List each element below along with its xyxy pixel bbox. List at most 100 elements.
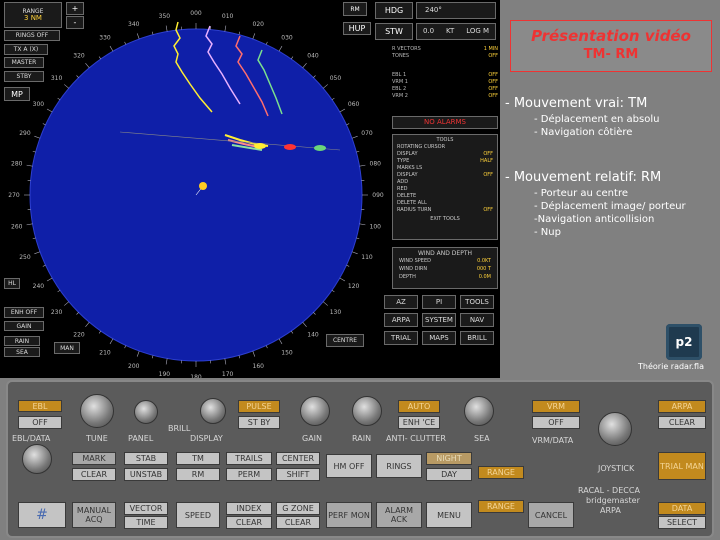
target-red[interactable]: [284, 144, 296, 150]
enh-button[interactable]: ENH OFF: [4, 307, 44, 318]
vrm-off-button[interactable]: OFF: [532, 416, 580, 429]
vectors-label[interactable]: R VECTORS: [392, 46, 421, 53]
tx-button[interactable]: TX A (X): [4, 44, 48, 55]
menu-button[interactable]: MENU: [426, 502, 472, 528]
nav-button-system[interactable]: SYSTEM: [422, 313, 456, 327]
trails-button[interactable]: TRAILS: [226, 452, 272, 465]
tools-menu-item[interactable]: DELETE: [397, 193, 493, 200]
sea-button[interactable]: SEA: [4, 347, 40, 357]
tools-menu-item[interactable]: MARKS LS: [397, 165, 493, 172]
rm-button[interactable]: RM: [176, 468, 220, 481]
wind-row: DEPTH 0.0M: [399, 273, 491, 281]
tools-menu-item[interactable]: DISPLAY OFF: [397, 151, 493, 158]
nav-button-az[interactable]: AZ: [384, 295, 418, 309]
nav-button-pi[interactable]: PI: [422, 295, 456, 309]
clear-button[interactable]: CLEAR: [72, 468, 116, 481]
nav-button-arpa[interactable]: ARPA: [384, 313, 418, 327]
nav-button-nav[interactable]: NAV: [460, 313, 494, 327]
rain-button[interactable]: RAIN: [4, 336, 40, 346]
ebl-row[interactable]: VRM 1 OFF: [392, 79, 498, 86]
target-yellow[interactable]: [254, 143, 266, 149]
g-zone-clear-button[interactable]: CLEAR: [276, 516, 320, 529]
gain-knob[interactable]: [300, 396, 330, 426]
range-button[interactable]: RANGE: [478, 466, 524, 479]
bearing-tick: [359, 223, 366, 226]
tools-menu-item[interactable]: ADD: [397, 179, 493, 186]
mp-button[interactable]: MP: [4, 87, 30, 101]
tune-knob[interactable]: [80, 394, 114, 428]
manual-acq-button[interactable]: MANUAL ACQ: [72, 502, 116, 528]
night-button[interactable]: NIGHT: [426, 452, 472, 465]
bearing-tick: [331, 289, 335, 293]
gain-button[interactable]: GAIN: [4, 321, 44, 331]
ebl-off-button[interactable]: OFF: [18, 416, 62, 429]
cancel-button[interactable]: CANCEL: [528, 502, 574, 528]
master-button[interactable]: MASTER: [4, 57, 44, 68]
ebl-data-knob[interactable]: [22, 444, 52, 474]
hash-button[interactable]: #: [18, 502, 66, 528]
arpa-clear-button[interactable]: CLEAR: [658, 416, 706, 429]
nav-button-tools[interactable]: TOOLS: [460, 295, 494, 309]
tools-menu-item[interactable]: DISPLAY OFF: [397, 172, 493, 179]
display-knob[interactable]: [200, 398, 226, 424]
ebl-row[interactable]: VRM 2 OFF: [392, 93, 498, 100]
tm-button[interactable]: TM: [176, 452, 220, 465]
tools-menu-item[interactable]: DELETE ALL: [397, 200, 493, 207]
rings-button[interactable]: RINGS OFF: [4, 30, 60, 41]
st-by-button[interactable]: ST BY: [238, 416, 280, 429]
auto-button[interactable]: AUTO: [398, 400, 440, 413]
arpa-button[interactable]: ARPA: [658, 400, 706, 413]
rain-knob[interactable]: [352, 396, 382, 426]
range-down-button[interactable]: -: [66, 16, 84, 29]
rm-mode-button[interactable]: RM: [343, 2, 367, 16]
joystick[interactable]: [598, 412, 632, 446]
tones-label[interactable]: TONES: [392, 53, 409, 60]
panel-label: PANEL: [128, 434, 154, 443]
exit-tools-button[interactable]: EXIT TOOLS: [430, 216, 460, 223]
hl-button[interactable]: HL: [4, 278, 20, 289]
index-button[interactable]: INDEX: [226, 502, 272, 515]
trial-man-button[interactable]: TRIAL MAN: [658, 452, 706, 480]
target-green[interactable]: [314, 145, 326, 151]
mark-button[interactable]: MARK: [72, 452, 116, 465]
vector-button[interactable]: VECTOR: [124, 502, 168, 515]
vrm-button[interactable]: VRM: [532, 400, 580, 413]
stby-button[interactable]: STBY: [4, 71, 44, 82]
hm-off-button[interactable]: HM OFF: [326, 454, 372, 478]
select-button[interactable]: SELECT: [658, 516, 706, 529]
hup-button[interactable]: HUP: [343, 22, 371, 35]
index-clear-button[interactable]: CLEAR: [226, 516, 272, 529]
tools-menu-item[interactable]: RADIUS TURN OFF: [397, 207, 493, 214]
rings-button[interactable]: RINGS: [376, 454, 422, 478]
day-button[interactable]: DAY: [426, 468, 472, 481]
range-up-button[interactable]: +: [66, 2, 84, 15]
shift-button[interactable]: SHIFT: [276, 468, 320, 481]
speed-button[interactable]: SPEED: [176, 502, 220, 528]
tools-menu-item[interactable]: ROTATING CURSOR: [397, 144, 493, 151]
man-button[interactable]: MAN: [54, 342, 80, 354]
nav-button-brill[interactable]: BRILL: [460, 331, 494, 345]
center-button[interactable]: CENTER: [276, 452, 320, 465]
alarm-ack-button[interactable]: ALARM ACK: [376, 502, 422, 528]
range-lower-button[interactable]: RANGE: [478, 500, 524, 513]
nav-button-trial[interactable]: TRIAL: [384, 331, 418, 345]
ebl-row[interactable]: EBL 1 OFF: [392, 72, 498, 79]
time-button[interactable]: TIME: [124, 516, 168, 529]
g-zone-button[interactable]: G ZONE: [276, 502, 320, 515]
sea-knob[interactable]: [464, 396, 494, 426]
bearing-tick: [151, 355, 154, 359]
unstab-button[interactable]: UNSTAB: [124, 468, 168, 481]
tools-menu-item[interactable]: TYPE HALF: [397, 158, 493, 165]
perf-mon-button[interactable]: PERF MON: [326, 502, 372, 528]
panel-knob[interactable]: [134, 400, 158, 424]
stab-button[interactable]: STAB: [124, 452, 168, 465]
enh-ce-button[interactable]: ENH 'CE: [398, 416, 440, 429]
nav-button-maps[interactable]: MAPS: [422, 331, 456, 345]
tools-menu-item[interactable]: RED: [397, 186, 493, 193]
centre-button[interactable]: CENTRE: [326, 334, 364, 347]
ebl-button[interactable]: EBL: [18, 400, 62, 412]
ebl-row[interactable]: EBL 2 OFF: [392, 86, 498, 93]
data-button[interactable]: DATA: [658, 502, 706, 515]
perm-button[interactable]: PERM: [226, 468, 272, 481]
pulse-button[interactable]: PULSE: [238, 400, 280, 413]
